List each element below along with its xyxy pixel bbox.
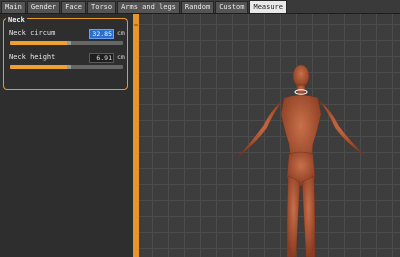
tab-custom[interactable]: Custom xyxy=(215,1,249,13)
neck-circum-unit: cm xyxy=(117,29,125,37)
tab-random[interactable]: Random xyxy=(180,1,215,13)
neck-circum-label: Neck circum xyxy=(9,29,56,37)
neck-height-slider[interactable] xyxy=(10,65,123,69)
neck-height-slider-fill xyxy=(10,65,67,69)
neck-height-value-field[interactable]: 6.91 xyxy=(89,53,114,63)
tab-face[interactable]: Face xyxy=(61,1,87,13)
3d-viewport[interactable] xyxy=(139,14,400,257)
tab-gender[interactable]: Gender xyxy=(26,1,61,13)
tab-torso[interactable]: Torso xyxy=(87,1,117,13)
neck-circum-slider-handle[interactable] xyxy=(66,41,71,45)
neck-circum-slider-fill xyxy=(10,41,67,45)
human-figure-icon xyxy=(236,64,368,257)
neck-group-title: Neck xyxy=(6,16,27,24)
neck-circum-slider[interactable] xyxy=(10,41,123,45)
figure-right-leg xyxy=(301,175,316,257)
tab-bar: Main Gender Face Torso Arms and legs Ran… xyxy=(0,0,400,14)
splitter-grip xyxy=(134,24,138,26)
tab-measure[interactable]: Measure xyxy=(249,0,287,13)
figure-left-leg xyxy=(286,175,301,257)
left-panel: Neck Neck circum 32.85 cm Neck height 6.… xyxy=(0,14,133,257)
figure-left-arm xyxy=(236,98,285,159)
figure-right-arm xyxy=(317,98,368,159)
tab-main[interactable]: Main xyxy=(1,1,26,13)
neck-height-slider-handle[interactable] xyxy=(66,65,71,69)
neck-height-label: Neck height xyxy=(9,53,56,61)
figure-head xyxy=(292,64,310,88)
neck-circum-value-field[interactable]: 32.85 xyxy=(89,29,114,39)
tab-arms-and-legs[interactable]: Arms and legs xyxy=(117,1,180,13)
neck-height-unit: cm xyxy=(117,53,125,61)
neck-groupbox: Neck Neck circum 32.85 cm Neck height 6.… xyxy=(3,16,128,90)
